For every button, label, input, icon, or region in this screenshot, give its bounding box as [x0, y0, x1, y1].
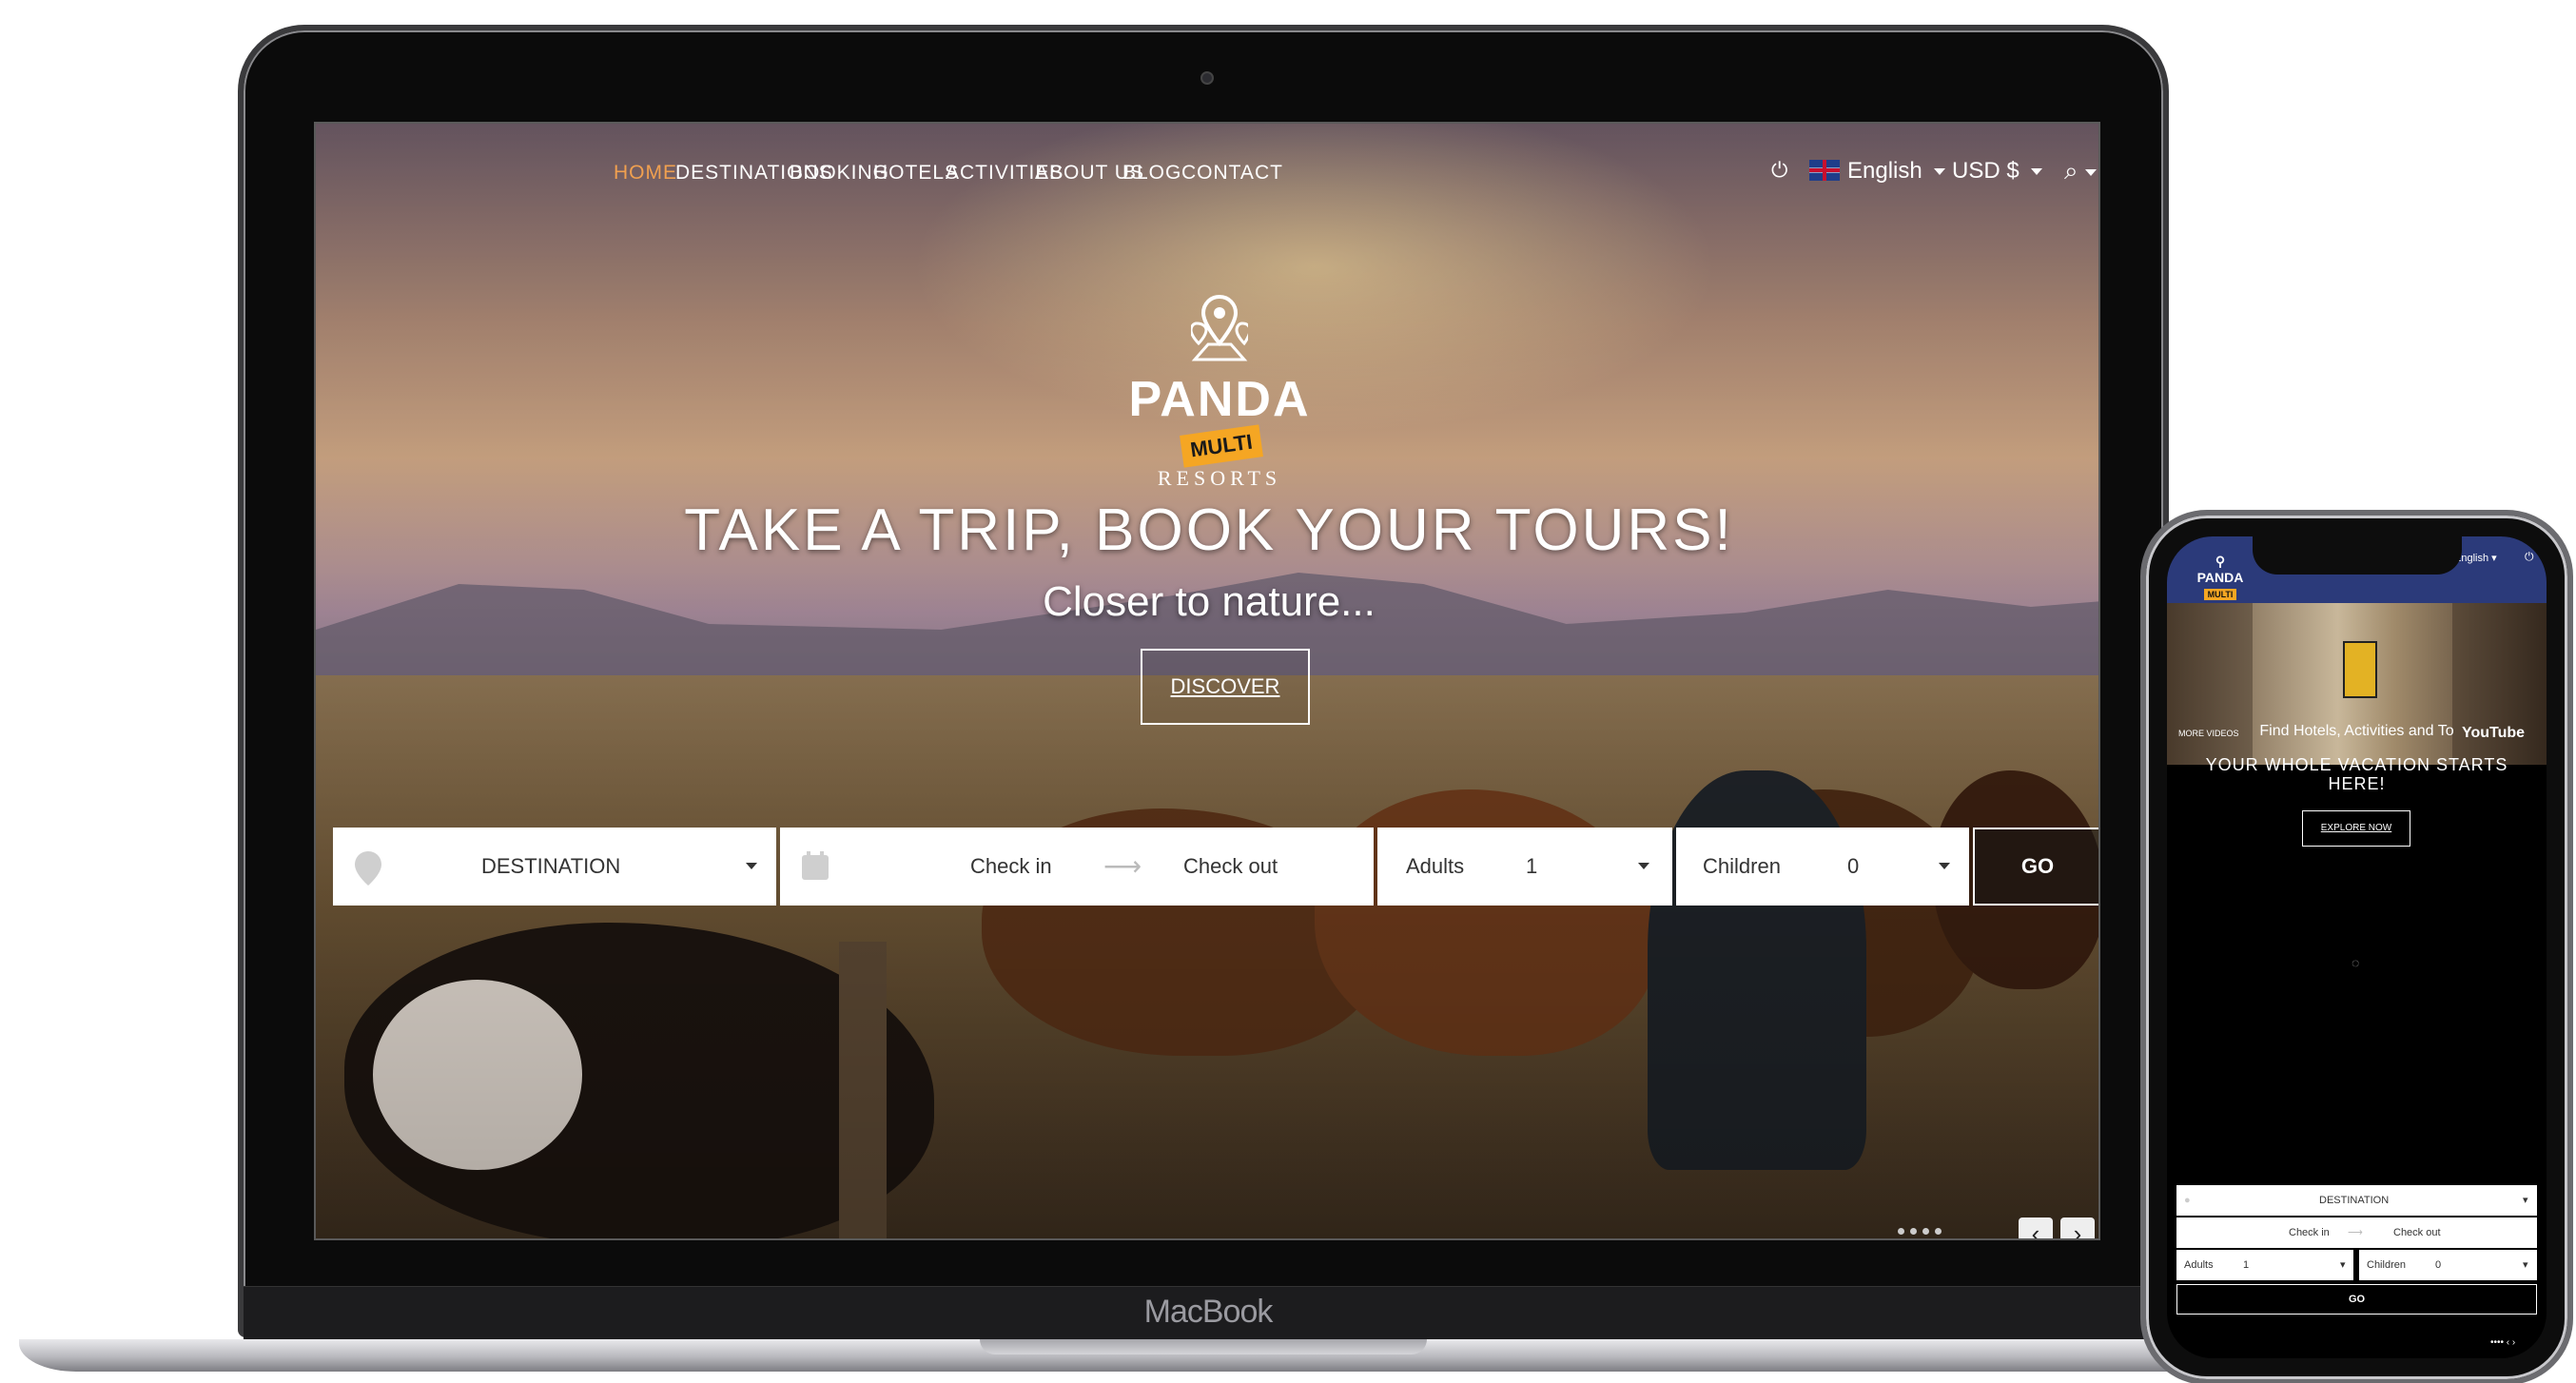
laptop-brand-label: MacBook — [1143, 1294, 1274, 1330]
destination-label: DESTINATION — [481, 854, 621, 878]
webcam-icon — [1200, 71, 1214, 85]
power-icon[interactable]: ⏻ — [1771, 158, 1787, 183]
pagination-dot[interactable] — [1910, 1228, 1917, 1235]
youtube-logo[interactable]: YouTube — [2462, 725, 2525, 742]
mobile-adults-select[interactable]: Adults 1 ▾ — [2176, 1250, 2353, 1280]
mobile-destination-label: DESTINATION — [2319, 1195, 2390, 1206]
search-icon: ⌕ — [2064, 156, 2078, 185]
language-selector[interactable]: English — [1809, 158, 1946, 185]
slider-prev-button[interactable]: ‹ — [2019, 1217, 2053, 1240]
pagination-dot[interactable] — [1922, 1228, 1929, 1235]
discover-button[interactable]: DISCOVER — [1141, 649, 1310, 725]
calendar-icon — [802, 851, 829, 880]
location-pin-icon — [355, 851, 381, 886]
mobile-go-button[interactable]: GO — [2176, 1284, 2537, 1315]
nav-item-blog[interactable]: BLOG — [1122, 162, 1181, 185]
laptop-base-notch — [980, 1339, 1427, 1354]
mobile-children-label: Children — [2367, 1259, 2406, 1271]
booking-search-bar: DESTINATION Check in ⟶ Check out Adults … — [333, 828, 2098, 906]
hero-subtitle: Closer to nature... — [1043, 578, 1376, 625]
currency-label: USD $ — [1952, 158, 2020, 184]
mobile-slider-controls[interactable]: •••• ‹ › — [2490, 1337, 2515, 1348]
mobile-checkout-field[interactable]: Check out — [2393, 1217, 2441, 1248]
mobile-logo-wordmark: PANDA — [2196, 570, 2244, 585]
adults-select[interactable]: Adults 1 — [1377, 828, 1672, 906]
checkin-field[interactable]: Check in — [970, 828, 1052, 906]
go-button[interactable]: GO — [1973, 828, 2098, 906]
search-toggle[interactable]: ⌕ — [2064, 156, 2097, 186]
map-pin-icon: ⚲ — [2215, 554, 2226, 569]
arrow-right-icon: ⟶ — [1103, 851, 1142, 881]
logo-tag: MULTI — [1180, 424, 1263, 468]
nav-item-contact[interactable]: CONTACT — [1181, 162, 1283, 185]
chevron-down-icon: ▾ — [2523, 1259, 2528, 1271]
chevron-down-icon — [746, 863, 757, 869]
chevron-down-icon: ▾ — [2523, 1195, 2528, 1206]
children-label: Children — [1703, 854, 1781, 878]
slider-pagination — [1898, 1222, 1947, 1238]
chevron-down-icon — [1939, 863, 1950, 869]
hero-title: TAKE A TRIP, BOOK YOUR TOURS! — [684, 497, 1734, 563]
uk-flag-icon — [1809, 160, 1840, 181]
pagination-dot[interactable] — [1935, 1228, 1942, 1235]
phone-notch — [2253, 536, 2462, 575]
pagination-dot[interactable] — [1898, 1228, 1904, 1235]
mobile-screen: ⚲ PANDA MULTI English ▾ ⏻ MORE VIDEOS Fi… — [2167, 536, 2547, 1358]
location-pin-icon: ● — [2184, 1195, 2191, 1206]
map-pin-icon — [1191, 295, 1248, 361]
mobile-adults-value: 1 — [2243, 1259, 2250, 1271]
mobile-logo[interactable]: ⚲ PANDA MULTI — [2192, 554, 2249, 600]
chevron-down-icon: ▾ — [2340, 1259, 2346, 1271]
checkout-field[interactable]: Check out — [1183, 828, 1278, 906]
mobile-date-range-field[interactable]: Check in ⟶ Check out — [2176, 1217, 2537, 1248]
chevron-down-icon — [2084, 168, 2097, 176]
logo-wordmark: PANDA — [1128, 372, 1311, 427]
date-range-field[interactable]: Check in ⟶ Check out — [780, 828, 1374, 906]
mobile-children-value: 0 — [2435, 1259, 2442, 1271]
site-logo[interactable]: PANDA MULTI RESORTS — [1124, 295, 1315, 490]
slider-next-button[interactable]: › — [2060, 1217, 2095, 1240]
chevron-right-icon: › — [2073, 1219, 2082, 1240]
mobile-logo-tag: MULTI — [2203, 589, 2237, 600]
loading-spinner-icon: ◌ — [2352, 955, 2360, 970]
language-label: English — [1847, 158, 1922, 184]
street-building-image — [2167, 603, 2253, 765]
nav-item-home[interactable]: HOME — [614, 162, 677, 185]
power-icon[interactable]: ⏻ — [2525, 550, 2534, 564]
phone-frame: ⚲ PANDA MULTI English ▾ ⏻ MORE VIDEOS Fi… — [2140, 510, 2573, 1383]
chevron-left-icon: ‹ — [2031, 1219, 2040, 1240]
children-value: 0 — [1847, 854, 1860, 878]
adults-label: Adults — [1406, 854, 1465, 878]
children-select[interactable]: Children 0 — [1676, 828, 1969, 906]
chevron-down-icon — [1638, 863, 1649, 869]
logo-subtitle: RESORTS — [1157, 466, 1282, 490]
explore-now-button[interactable]: EXPLORE NOW — [2302, 810, 2410, 847]
tram-image — [2343, 641, 2377, 698]
arrow-right-icon: ⟶ — [2348, 1227, 2363, 1238]
mobile-checkin-field[interactable]: Check in — [2289, 1217, 2330, 1248]
chevron-down-icon — [2031, 168, 2043, 176]
destination-select[interactable]: DESTINATION — [333, 828, 776, 906]
mobile-adults-label: Adults — [2184, 1259, 2214, 1271]
mobile-children-select[interactable]: Children 0 ▾ — [2359, 1250, 2537, 1280]
desktop-screen: HOME DESTINATIONS BOOKING HOTELS ACTIVIT… — [314, 122, 2100, 1240]
chevron-down-icon — [1934, 168, 1946, 176]
mobile-hero-title: YOUR WHOLE VACATION STARTS HERE! — [2205, 755, 2508, 793]
device-mockup: MacBook HOME DESTINATIONS BOOKING HOTELS… — [0, 0, 2576, 1383]
adults-value: 1 — [1526, 854, 1538, 878]
mobile-destination-select[interactable]: ● DESTINATION ▾ — [2176, 1185, 2537, 1216]
currency-selector[interactable]: USD $ — [1952, 158, 2043, 185]
